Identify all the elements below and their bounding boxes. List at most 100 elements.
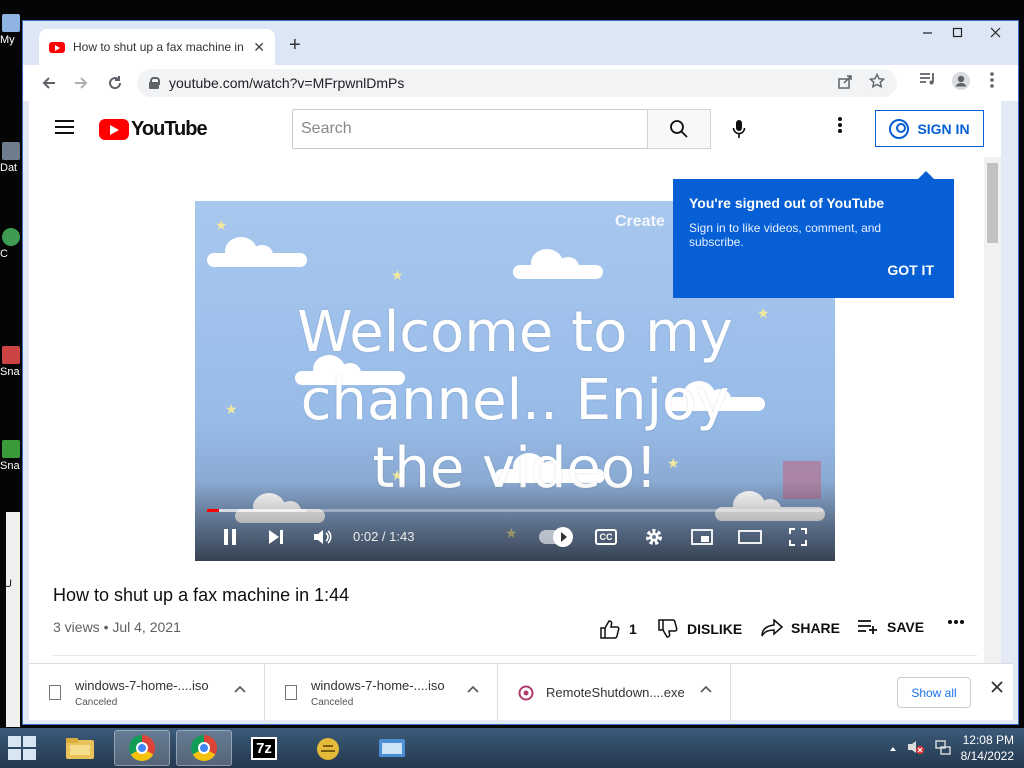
more-vertical-icon bbox=[838, 117, 842, 133]
profile-avatar-icon[interactable] bbox=[951, 71, 971, 96]
taskbar-chrome-1[interactable] bbox=[114, 730, 170, 766]
desktop-icon-snagit-v[interactable]: Sna V bbox=[0, 346, 22, 378]
maximize-button[interactable] bbox=[942, 21, 972, 43]
file-icon bbox=[285, 685, 297, 700]
cloud-decoration bbox=[513, 249, 603, 279]
forward-button[interactable] bbox=[69, 71, 93, 95]
share-icon[interactable] bbox=[838, 74, 853, 93]
taskbar-explorer[interactable] bbox=[52, 730, 108, 766]
youtube-header: YouTube SIGN IN bbox=[29, 101, 1001, 157]
hamburger-menu-icon[interactable] bbox=[55, 120, 74, 134]
share-button[interactable]: SHARE bbox=[761, 619, 840, 637]
browser-toolbar: youtube.com/watch?v=MFrpwnlDmPs bbox=[23, 65, 1018, 101]
taskbar-7zip[interactable]: 7z bbox=[236, 730, 292, 766]
chevron-up-icon[interactable] bbox=[700, 682, 712, 696]
file-icon bbox=[49, 685, 61, 700]
volume-button[interactable] bbox=[309, 521, 337, 553]
got-it-button[interactable]: GOT IT bbox=[887, 262, 934, 278]
maximize-icon bbox=[952, 27, 962, 37]
taskbar-window[interactable] bbox=[364, 730, 420, 766]
lock-icon bbox=[149, 77, 160, 89]
desktop-icon-my-computer[interactable]: My bbox=[0, 14, 22, 46]
scrollbar-thumb[interactable] bbox=[987, 163, 998, 243]
taskbar: 7z 12:08 PM 8/14/2022 bbox=[0, 728, 1024, 768]
clock[interactable]: 12:08 PM 8/14/2022 bbox=[961, 732, 1014, 764]
like-button[interactable]: 1 bbox=[599, 619, 637, 639]
back-arrow-icon bbox=[42, 77, 55, 89]
chevron-up-icon[interactable] bbox=[234, 682, 246, 696]
settings-more-button[interactable] bbox=[837, 116, 843, 138]
search-button[interactable] bbox=[647, 109, 711, 149]
chrome-menu-icon[interactable] bbox=[989, 71, 995, 94]
youtube-logo[interactable]: YouTube bbox=[99, 118, 208, 141]
desktop-window-fragment bbox=[6, 512, 20, 727]
theater-mode-button[interactable] bbox=[737, 521, 763, 553]
captions-button[interactable]: CC bbox=[593, 521, 619, 553]
close-download-shelf-icon[interactable] bbox=[991, 680, 1003, 698]
youtube-page: YouTube SIGN IN ★ bbox=[29, 101, 1001, 663]
start-button[interactable] bbox=[8, 736, 36, 760]
next-button[interactable] bbox=[263, 521, 289, 553]
more-actions-button[interactable] bbox=[947, 619, 965, 625]
volume-muted-icon[interactable] bbox=[907, 739, 925, 758]
network-icon[interactable] bbox=[934, 739, 951, 758]
file-icon bbox=[2, 142, 20, 160]
dislike-button[interactable]: DISLIKE bbox=[657, 619, 742, 639]
back-button[interactable] bbox=[37, 71, 61, 95]
utility-app-icon bbox=[317, 738, 339, 760]
sign-in-button[interactable]: SIGN IN bbox=[875, 110, 984, 147]
tab-youtube[interactable]: How to shut up a fax machine in 1:44 ✕ bbox=[39, 29, 275, 65]
save-button[interactable]: SAVE bbox=[857, 619, 924, 635]
close-window-button[interactable] bbox=[972, 21, 1018, 43]
taskbar-chrome-2[interactable] bbox=[176, 730, 232, 766]
signed-out-tooltip: You're signed out of YouTube Sign in to … bbox=[673, 171, 954, 298]
reload-button[interactable] bbox=[103, 71, 127, 95]
progress-bar[interactable] bbox=[207, 509, 823, 512]
chevron-up-icon[interactable] bbox=[467, 682, 479, 696]
desktop-icon-data[interactable]: Dat bbox=[0, 142, 22, 174]
desktop-icon-snagit[interactable]: Sna bbox=[0, 440, 22, 472]
video-watermark: Create bbox=[615, 213, 665, 230]
download-status: Canceled bbox=[311, 696, 354, 708]
search-icon bbox=[670, 120, 688, 138]
new-tab-button[interactable]: + bbox=[289, 34, 301, 57]
folder-icon bbox=[66, 738, 94, 759]
download-item[interactable]: windows-7-home-....iso Canceled bbox=[29, 664, 265, 721]
download-item[interactable]: RemoteShutdown....exe bbox=[498, 664, 731, 721]
autoplay-toggle[interactable] bbox=[539, 527, 573, 547]
taskbar-utility[interactable] bbox=[300, 730, 356, 766]
video-title: How to shut up a fax machine in 1:44 bbox=[53, 585, 350, 605]
minimize-button[interactable] bbox=[912, 21, 942, 43]
7zip-icon: 7z bbox=[251, 736, 277, 760]
address-bar[interactable]: youtube.com/watch?v=MFrpwnlDmPs bbox=[137, 69, 897, 97]
close-tab-icon[interactable]: ✕ bbox=[253, 39, 265, 56]
tooltip-body: Sign in to like videos, comment, and sub… bbox=[689, 221, 882, 249]
app-icon bbox=[2, 228, 20, 246]
pause-button[interactable] bbox=[217, 521, 243, 553]
forward-arrow-icon bbox=[75, 77, 88, 89]
save-label: SAVE bbox=[887, 619, 925, 635]
fullscreen-icon bbox=[789, 528, 807, 546]
desktop-icon-c[interactable]: C bbox=[0, 228, 22, 260]
video-meta: 3 views • Jul 4, 2021 bbox=[53, 619, 181, 635]
fullscreen-button[interactable] bbox=[785, 521, 811, 553]
chrome-icon bbox=[191, 735, 217, 761]
youtube-favicon-icon bbox=[49, 41, 65, 53]
buffered-fill bbox=[207, 509, 306, 512]
page-scrollbar[interactable] bbox=[984, 157, 1001, 663]
video-overlay-text: Welcome to my channel.. Enjoy the video! bbox=[195, 299, 835, 503]
settings-button[interactable] bbox=[641, 521, 667, 553]
search-input[interactable] bbox=[292, 109, 648, 149]
voice-search-button[interactable] bbox=[725, 115, 753, 143]
media-controls-icon[interactable] bbox=[919, 71, 937, 92]
bookmark-star-icon[interactable] bbox=[868, 72, 886, 93]
player-controls: 0:02 / 1:43 CC bbox=[195, 521, 835, 553]
reload-icon bbox=[109, 76, 122, 90]
download-item[interactable]: windows-7-home-....iso Canceled bbox=[265, 664, 498, 721]
theater-icon bbox=[738, 530, 762, 544]
miniplayer-button[interactable] bbox=[689, 521, 715, 553]
tray-expand-icon[interactable] bbox=[889, 741, 897, 755]
youtube-play-icon bbox=[99, 119, 129, 140]
show-all-downloads-button[interactable]: Show all bbox=[897, 677, 971, 708]
desktop-icon-label: Dat bbox=[0, 162, 18, 174]
